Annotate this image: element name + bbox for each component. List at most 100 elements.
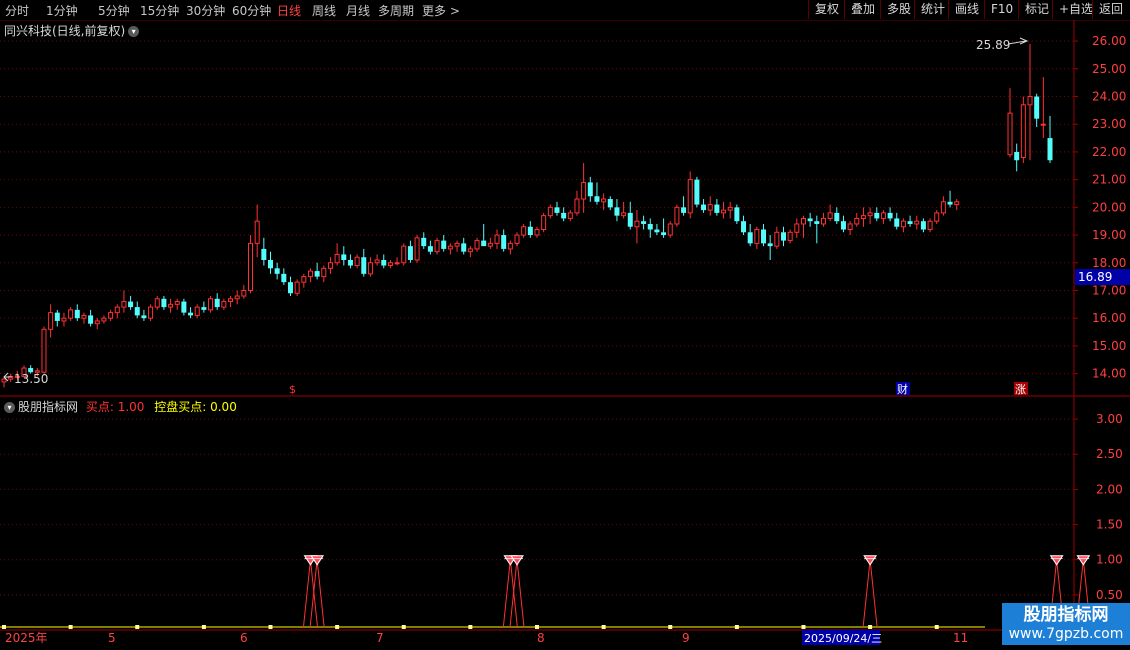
- watermark-logo: 股朋指标网 www.7gpzb.com: [1002, 603, 1130, 645]
- candle: [800, 215, 806, 238]
- candle-body: [1034, 96, 1040, 119]
- candle: [661, 218, 667, 238]
- candle: [188, 307, 194, 319]
- candle-body: [547, 206, 553, 217]
- candle-body: [647, 223, 653, 230]
- zhang-marker[interactable]: 涨: [1015, 383, 1026, 396]
- candle-body: [667, 223, 673, 236]
- candle: [467, 246, 473, 258]
- candle-body: [307, 270, 313, 278]
- candle: [667, 221, 673, 238]
- candle-body: [401, 245, 407, 264]
- candle-body: [141, 315, 147, 319]
- candle-body: [734, 207, 740, 222]
- candle: [101, 315, 107, 324]
- candle: [554, 201, 560, 216]
- candle-body: [767, 243, 773, 247]
- candle: [734, 204, 740, 224]
- candle: [940, 196, 946, 216]
- candle-body: [634, 220, 640, 228]
- buy-signal-spike: [862, 559, 878, 628]
- candle: [747, 223, 753, 247]
- candle: [394, 257, 400, 266]
- candle-body: [654, 229, 660, 233]
- candle: [327, 257, 333, 274]
- high-arrow: [1007, 37, 1029, 45]
- y-tick-label: 18.00: [1092, 256, 1126, 270]
- candle: [161, 296, 167, 310]
- candle-body: [294, 281, 300, 294]
- candle-body: [1047, 138, 1053, 161]
- chevron-down-icon[interactable]: ▾: [4, 402, 15, 413]
- kline-chart[interactable]: 14.00 15.00 16.00 17.00 18.00 19.00 20.00 21.00…: [0, 0, 1130, 650]
- candle: [914, 215, 920, 230]
- date-axis-jul: 7: [376, 631, 384, 645]
- candle-body: [681, 207, 687, 213]
- control-buy-dot: [801, 625, 806, 629]
- candle-body: [194, 306, 200, 316]
- dollar-marker[interactable]: $: [289, 383, 296, 396]
- candle-body: [880, 212, 886, 219]
- candle-body: [907, 221, 913, 224]
- y-tick-label: 19.00: [1092, 228, 1126, 242]
- y-tick-label: 20.00: [1092, 200, 1126, 214]
- candle-body: [414, 237, 420, 261]
- candle-body: [434, 240, 440, 253]
- diamond-icon: [863, 555, 878, 566]
- candle: [840, 215, 846, 233]
- candle-body: [527, 226, 533, 236]
- candle-body: [940, 201, 946, 214]
- candle-body: [461, 243, 467, 252]
- candle-body: [321, 267, 327, 278]
- y-tick-label: 23.00: [1092, 117, 1126, 131]
- candle: [407, 240, 413, 263]
- candle: [234, 290, 240, 305]
- candle: [561, 207, 567, 222]
- candle-body: [834, 212, 840, 222]
- candle: [741, 215, 747, 236]
- candle-body: [454, 242, 460, 247]
- candle-body: [787, 231, 793, 242]
- candle-body: [41, 328, 47, 373]
- indicator-title: ▾ 股朋指标网 买点: 1.00 控盘买点: 0.00: [4, 398, 237, 415]
- candle: [294, 279, 300, 297]
- candle: [267, 251, 273, 274]
- candle-body: [248, 242, 254, 291]
- candle-body: [847, 223, 853, 231]
- candle-body: [747, 232, 753, 244]
- candle-body: [301, 276, 307, 283]
- candle: [807, 212, 813, 227]
- y-tick-label: 1.50: [1096, 518, 1123, 532]
- watermark-line2: www.7gpzb.com: [1008, 626, 1124, 642]
- candle-body: [954, 201, 960, 206]
- chevron-down-icon[interactable]: ▾: [128, 26, 140, 37]
- buy-signal-spike: [302, 559, 318, 628]
- candle-body: [181, 301, 187, 313]
- candle-body: [714, 204, 720, 213]
- candle: [627, 201, 633, 230]
- candle-body: [148, 306, 154, 319]
- candle: [374, 254, 380, 266]
- candle: [954, 199, 960, 211]
- candle-body: [174, 301, 180, 305]
- candle: [88, 309, 94, 327]
- candle: [81, 312, 87, 324]
- candle-body: [374, 259, 380, 264]
- candle: [347, 254, 353, 269]
- candle: [674, 204, 680, 227]
- stock-title: 同兴科技(日线,前复权): [4, 24, 126, 38]
- candle: [474, 237, 480, 252]
- candle: [1007, 88, 1013, 158]
- candle-body: [341, 254, 347, 260]
- candle-body: [54, 312, 60, 321]
- candle-body: [507, 242, 513, 250]
- candle-body: [521, 226, 527, 236]
- candle-body: [627, 212, 633, 227]
- cai-marker[interactable]: 财: [897, 382, 908, 396]
- candle: [894, 212, 900, 230]
- candle: [134, 301, 140, 319]
- candle-body: [201, 307, 207, 310]
- candle-body: [721, 209, 727, 214]
- date-axis-aug: 8: [537, 631, 545, 645]
- control-buy-dot: [868, 625, 873, 629]
